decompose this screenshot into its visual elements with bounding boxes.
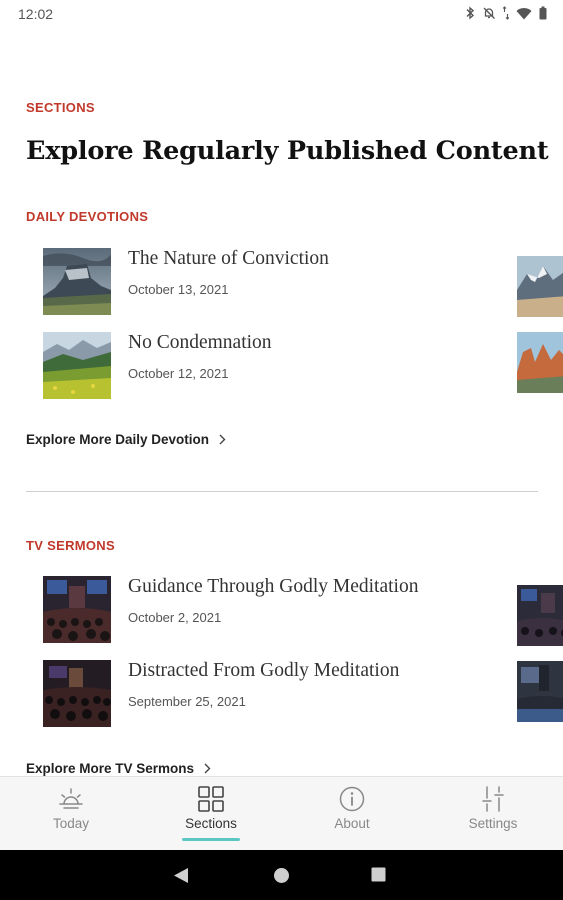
- sermon-item-2[interactable]: Distracted From Godly Meditation Septemb…: [43, 660, 503, 728]
- daily-devotions-heading: DAILY DEVOTIONS: [26, 209, 149, 224]
- sermon-peek-thumbnail[interactable]: [517, 661, 563, 722]
- grid-icon: [198, 786, 224, 812]
- devotion-title: No Condemnation: [128, 332, 272, 353]
- sliders-icon: [482, 786, 504, 812]
- meadow-thumbnail: [43, 332, 111, 399]
- tab-settings-label: Settings: [468, 816, 518, 831]
- explore-daily-devotion-link[interactable]: Explore More Daily Devotion: [26, 432, 226, 447]
- sermon-peek-thumbnail[interactable]: [517, 585, 563, 646]
- status-time: 12:02: [18, 6, 54, 22]
- red-rocks-thumbnail[interactable]: [517, 332, 563, 393]
- tab-settings[interactable]: Settings: [443, 777, 543, 851]
- sections-screen[interactable]: SECTIONS Explore Regularly Published Con…: [0, 28, 563, 776]
- data-arrows-icon: [503, 6, 509, 20]
- recents-icon[interactable]: [371, 867, 386, 882]
- page-title: Explore Regularly Published Content: [26, 136, 549, 166]
- bell-off-icon: [483, 7, 495, 19]
- sunrise-icon: [59, 788, 83, 809]
- explore-tv-sermons-link[interactable]: Explore More TV Sermons: [26, 761, 211, 776]
- explore-tv-sermons-label: Explore More TV Sermons: [26, 761, 195, 776]
- sermon-thumbnail: [43, 576, 111, 643]
- info-icon: [339, 786, 365, 812]
- snowy-peaks-thumbnail[interactable]: [517, 256, 563, 317]
- active-tab-indicator: [182, 838, 240, 841]
- devotion-item-1[interactable]: The Nature of Conviction October 13, 202…: [43, 248, 503, 316]
- bottom-tab-bar: Today Sections About Settings: [0, 776, 563, 850]
- tab-sections-label: Sections: [185, 816, 237, 831]
- sermon-date: September 25, 2021: [128, 694, 246, 709]
- chevron-right-icon: [204, 763, 211, 774]
- sermon-item-1[interactable]: Guidance Through Godly Meditation Octobe…: [43, 576, 503, 644]
- devotion-item-2[interactable]: No Condemnation October 12, 2021: [43, 332, 503, 400]
- tv-sermons-heading: TV SERMONS: [26, 538, 115, 553]
- tab-sections[interactable]: Sections: [161, 777, 261, 851]
- sermon-thumbnail: [43, 660, 111, 727]
- sermon-title: Guidance Through Godly Meditation: [128, 576, 419, 597]
- explore-daily-devotion-label: Explore More Daily Devotion: [26, 432, 210, 447]
- mountain-thumbnail: [43, 248, 111, 315]
- chevron-right-icon: [219, 434, 226, 445]
- wifi-icon: [516, 7, 532, 20]
- section-eyebrow: SECTIONS: [26, 100, 95, 115]
- devotion-date: October 13, 2021: [128, 282, 229, 297]
- status-bar: 12:02: [0, 0, 563, 28]
- home-icon[interactable]: [273, 867, 290, 884]
- devotion-title: The Nature of Conviction: [128, 248, 329, 269]
- battery-icon: [539, 6, 547, 20]
- sermon-date: October 2, 2021: [128, 610, 222, 625]
- tab-today-label: Today: [52, 816, 90, 831]
- tab-about-label: About: [334, 816, 370, 831]
- status-icons: [465, 6, 547, 20]
- section-divider: [26, 491, 538, 492]
- tab-about[interactable]: About: [302, 777, 402, 851]
- bluetooth-icon: [466, 6, 475, 20]
- back-icon[interactable]: [173, 867, 189, 884]
- tab-today[interactable]: Today: [21, 777, 121, 851]
- system-navigation-bar: [0, 850, 563, 900]
- devotion-date: October 12, 2021: [128, 366, 229, 381]
- sermon-title: Distracted From Godly Meditation: [128, 660, 400, 681]
